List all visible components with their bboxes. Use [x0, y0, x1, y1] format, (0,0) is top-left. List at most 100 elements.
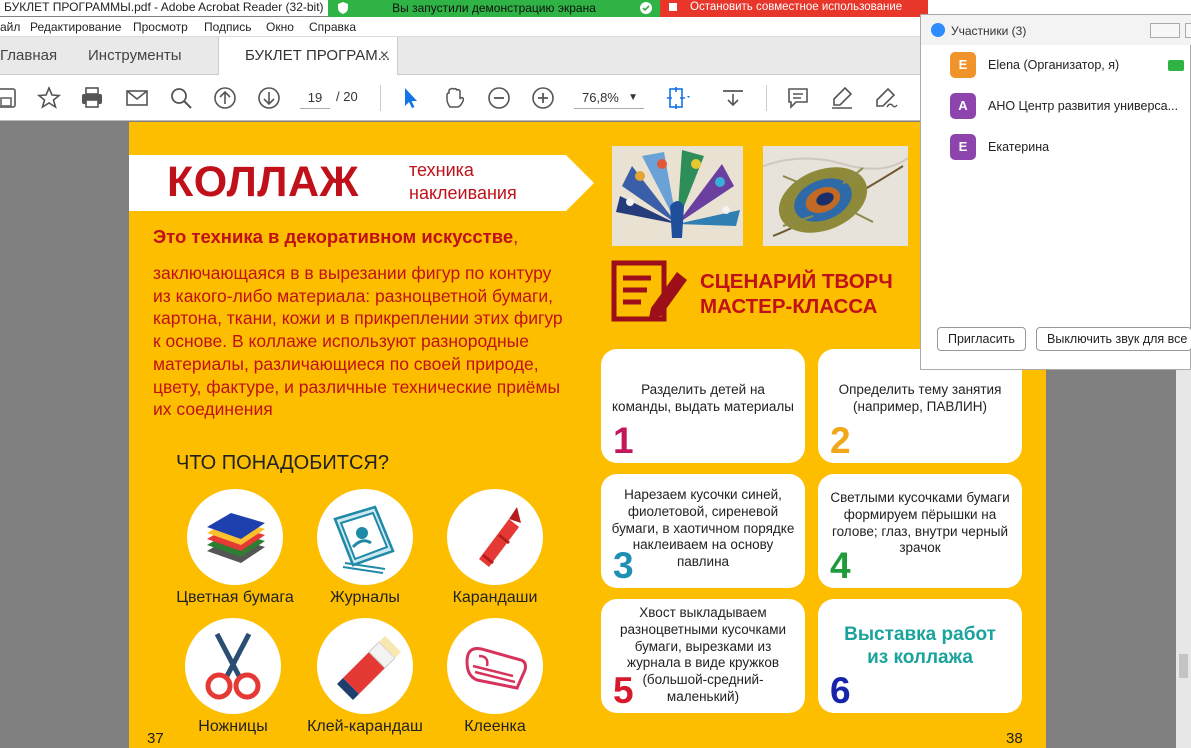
- page-number-left: 37: [147, 730, 164, 747]
- select-cursor-icon[interactable]: [398, 85, 424, 111]
- minimize-panel-button[interactable]: [1150, 23, 1180, 38]
- step-card-3: Нарезаем кусочки синей, фиолетовой, сире…: [601, 474, 805, 588]
- tab-home[interactable]: Главная: [0, 37, 57, 75]
- step-number: 5: [613, 670, 634, 711]
- step-number: 3: [613, 545, 634, 586]
- intro-paragraph: заключающаяся в в вырезании фигур по кон…: [153, 263, 563, 420]
- chevron-down-icon: ▼: [628, 92, 638, 103]
- hand-tool-icon[interactable]: [442, 85, 468, 111]
- next-page-icon[interactable]: [256, 85, 282, 111]
- screen-share-indicator-icon: [1168, 60, 1184, 71]
- tab-document[interactable]: БУКЛЕТ ПРОГРАМ... ×: [218, 37, 398, 75]
- menu-view[interactable]: Просмотр: [133, 20, 188, 34]
- invite-button[interactable]: Пригласить: [937, 327, 1026, 351]
- title-banner: КОЛЛАЖ техника наклеивания: [129, 155, 594, 211]
- avatar: Е: [950, 134, 976, 160]
- tool-oilcloth: Клеенка: [425, 618, 565, 736]
- page-number-input[interactable]: 19: [300, 87, 330, 109]
- step-number: 1: [613, 420, 634, 461]
- mute-all-button[interactable]: Выключить звук для все: [1036, 327, 1191, 351]
- peacock-feather-photo: [763, 146, 908, 246]
- pdf-page: КОЛЛАЖ техника наклеивания Это техника в…: [129, 122, 1046, 748]
- toolbar: 19 / 20 76,8% ▼: [0, 75, 920, 121]
- print-icon[interactable]: [79, 85, 105, 111]
- page-separator: /: [336, 89, 340, 104]
- colored-paper-illustration: [187, 489, 283, 585]
- zoom-level-select[interactable]: 76,8% ▼: [574, 87, 644, 109]
- comment-icon[interactable]: [785, 85, 811, 111]
- scenario-title-line-2: МАСТЕР-КЛАССА: [700, 295, 878, 318]
- avatar: А: [950, 93, 976, 119]
- avatar: E: [950, 52, 976, 78]
- step-text: Определить тему занятия (например, ПАВЛИ…: [838, 382, 1002, 414]
- tool-label: Клей-карандаш: [307, 718, 423, 735]
- sign-icon[interactable]: [873, 85, 899, 111]
- mail-icon[interactable]: [124, 85, 150, 111]
- stop-square-icon: [669, 3, 677, 11]
- tool-crayons: Карандаши: [425, 489, 565, 607]
- previous-page-icon[interactable]: [212, 85, 238, 111]
- screen-share-status-banner[interactable]: Вы запустили демонстрацию экрана: [328, 0, 660, 17]
- zoom-search-icon[interactable]: [168, 85, 194, 111]
- menu-window[interactable]: Окно: [266, 20, 294, 34]
- needs-heading: ЧТО ПОНАДОБИТСЯ?: [176, 452, 389, 474]
- panel-window-button[interactable]: [1185, 23, 1191, 38]
- zoom-logo-icon: [931, 23, 945, 37]
- window-title: БУКЛЕТ ПРОГРАММЫ.pdf - Adobe Acrobat Rea…: [4, 0, 324, 14]
- menu-edit[interactable]: Редактирование: [30, 20, 121, 34]
- scenario-notepad-icon: [611, 260, 691, 324]
- total-pages: 20: [343, 89, 358, 104]
- zoom-in-icon[interactable]: [530, 85, 556, 111]
- scenario-title-line-1: СЦЕНАРИЙ ТВОРЧ: [700, 270, 893, 293]
- step-number: 6: [830, 670, 851, 711]
- tool-label: Цветная бумага: [176, 589, 294, 606]
- peacock-collage-photo: [612, 146, 743, 246]
- menu-help[interactable]: Справка: [309, 20, 356, 34]
- stop-share-button[interactable]: Остановить совместное использование: [660, 0, 928, 17]
- tool-label: Клеенка: [464, 718, 526, 735]
- intro-heading-comma: ,: [513, 226, 519, 247]
- tool-colored-paper: Цветная бумага: [165, 489, 305, 607]
- participant-name: Elena (Организатор, я): [988, 58, 1120, 72]
- zoom-level-value: 76,8%: [582, 90, 619, 105]
- step-number: 2: [830, 420, 851, 461]
- close-tab-icon[interactable]: ×: [380, 37, 389, 75]
- save-icon[interactable]: [0, 85, 20, 111]
- participants-title: Участники (3): [951, 24, 1027, 38]
- crayon-illustration: [447, 489, 543, 585]
- glue-stick-illustration: [317, 618, 413, 714]
- menu-bar: айл Редактирование Просмотр Подпись Окно…: [0, 17, 920, 37]
- menu-sign[interactable]: Подпись: [204, 20, 252, 34]
- participants-header: Участники (3): [921, 15, 1191, 45]
- tool-scissors: Ножницы: [163, 618, 303, 736]
- zoom-out-icon[interactable]: [486, 85, 512, 111]
- page-number-right: 38: [1006, 730, 1023, 747]
- participant-row[interactable]: Е Екатерина: [921, 131, 1191, 163]
- scrollbar-thumb[interactable]: [1179, 654, 1188, 678]
- participant-name: АНО Центр развития универса...: [988, 99, 1179, 113]
- tab-tools[interactable]: Инструменты: [88, 37, 182, 75]
- bookmark-star-icon[interactable]: [36, 85, 62, 111]
- scenario-title: СЦЕНАРИЙ ТВОРЧ МАСТЕР-КЛАССА: [700, 269, 893, 319]
- tool-label: Журналы: [330, 589, 400, 606]
- secure-check-icon: [640, 2, 652, 14]
- fit-page-icon[interactable]: [664, 85, 690, 111]
- vertical-scrollbar[interactable]: [1176, 370, 1191, 748]
- tool-label: Ножницы: [198, 718, 268, 735]
- screen-share-status-text: Вы запустили демонстрацию экрана: [392, 1, 596, 15]
- step-text: Нарезаем кусочки синей, фиолетовой, сире…: [611, 487, 795, 570]
- menu-file[interactable]: айл: [0, 20, 20, 34]
- tool-glue-stick: Клей-карандаш: [295, 618, 435, 736]
- participant-row[interactable]: А АНО Центр развития универса...: [921, 90, 1191, 122]
- participant-row[interactable]: E Elena (Организатор, я): [921, 49, 1191, 81]
- participants-panel: Участники (3) E Elena (Организатор, я) А…: [920, 14, 1191, 370]
- toolbar-divider: [766, 85, 767, 111]
- page-count: / 20: [336, 89, 358, 104]
- step-card-5: Хвост выкладываем разноцветными кусочкам…: [601, 599, 805, 713]
- intro-heading: Это техника в декоративном искусстве,: [153, 226, 518, 248]
- subtitle-line-2: наклеивания: [409, 183, 517, 203]
- subtitle-line-1: техника: [409, 160, 474, 180]
- scroll-mode-icon[interactable]: [720, 85, 746, 111]
- highlight-pen-icon[interactable]: [829, 85, 855, 111]
- toolbar-divider: [380, 85, 381, 111]
